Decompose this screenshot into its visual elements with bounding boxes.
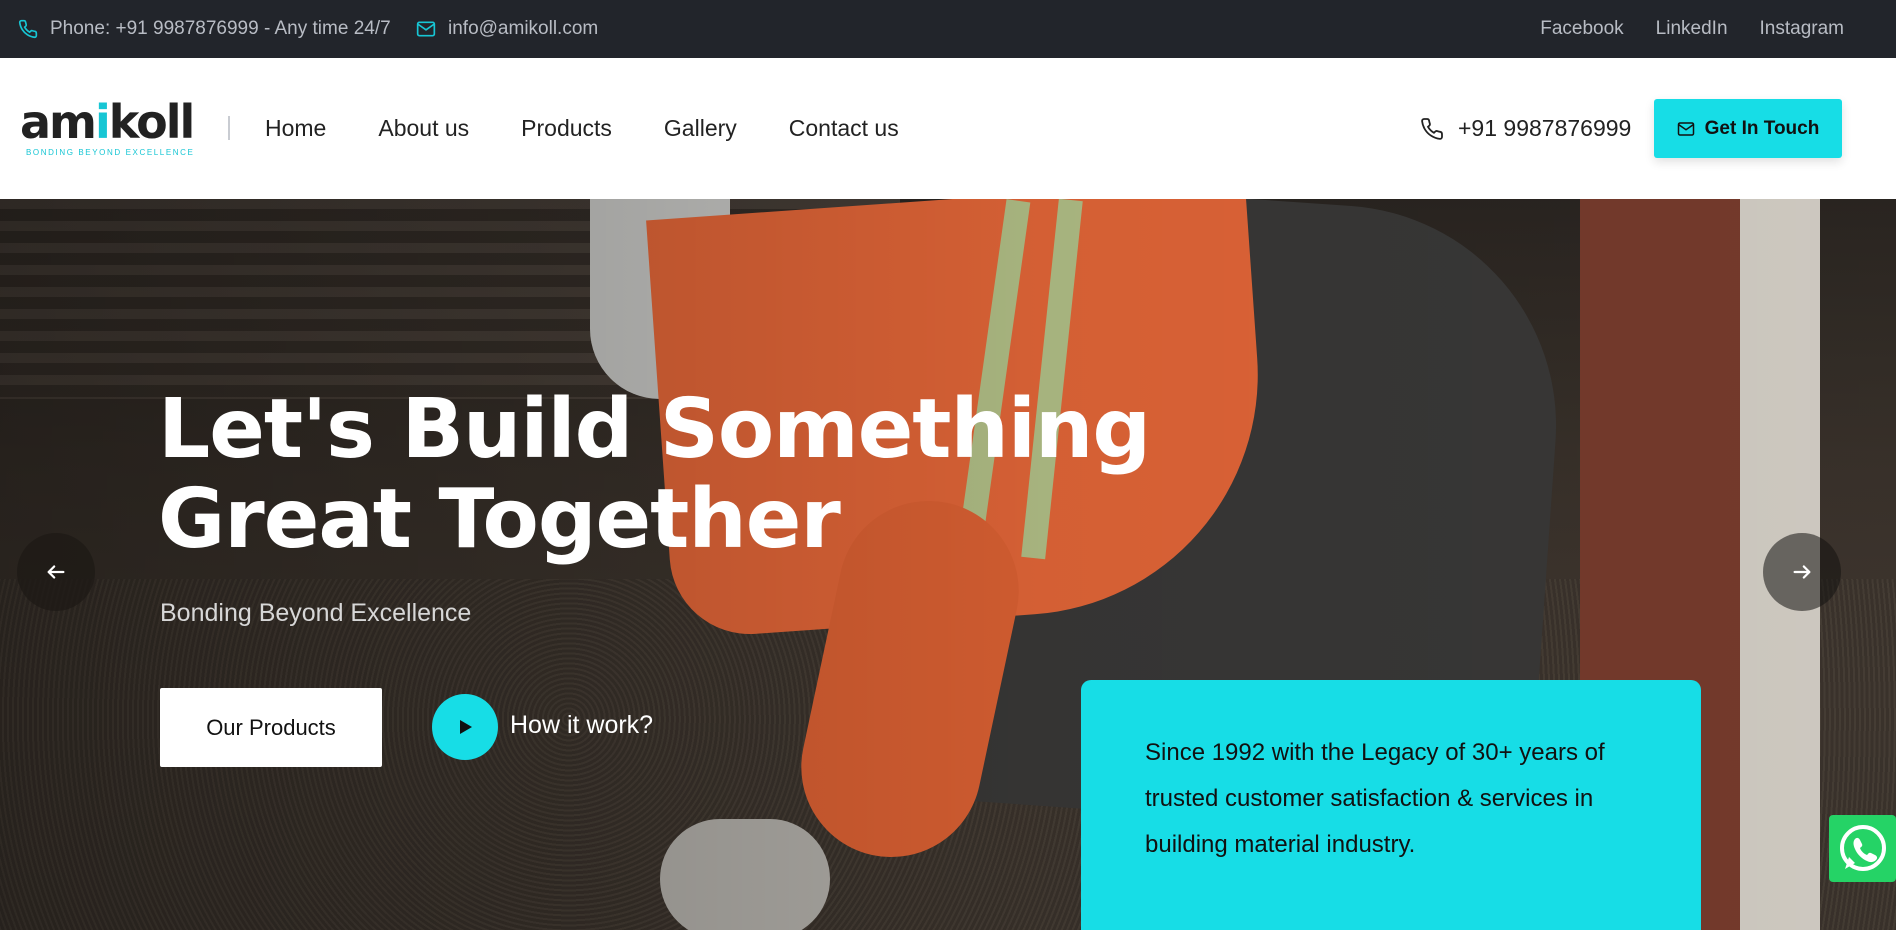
- hero-subtitle: Bonding Beyond Excellence: [160, 599, 472, 627]
- header-divider: [228, 116, 230, 140]
- site-header: amikoll BONDING BEYOND EXCELLENCE Home A…: [0, 58, 1896, 199]
- nav-home[interactable]: Home: [265, 115, 326, 142]
- topbar-email-text: info@amikoll.com: [448, 18, 599, 39]
- nav-gallery[interactable]: Gallery: [664, 115, 737, 142]
- whatsapp-button[interactable]: [1829, 815, 1896, 882]
- hero-title-line1: Let's Build Something: [158, 382, 1151, 477]
- slider-next-button[interactable]: [1763, 533, 1841, 611]
- social-links: Facebook LinkedIn Instagram: [1540, 0, 1844, 58]
- get-in-touch-button[interactable]: Get In Touch: [1654, 99, 1842, 158]
- nav-about[interactable]: About us: [378, 115, 469, 142]
- linkedin-link[interactable]: LinkedIn: [1656, 18, 1728, 40]
- main-nav: Home About us Products Gallery Contact u…: [265, 58, 899, 199]
- phone-icon: [1421, 117, 1443, 140]
- topbar-phone-text: Phone: +91 9987876999 - Any time 24/7: [50, 18, 391, 39]
- header-phone-text: +91 9987876999: [1458, 115, 1632, 141]
- slider-prev-button[interactable]: [17, 533, 95, 611]
- phone-icon: [18, 19, 38, 39]
- topbar-phone[interactable]: Phone: +91 9987876999 - Any time 24/7: [18, 0, 391, 58]
- logo-wordmark: amikoll: [20, 95, 195, 149]
- our-products-button[interactable]: Our Products: [160, 688, 382, 767]
- play-video-button[interactable]: [432, 694, 498, 760]
- instagram-link[interactable]: Instagram: [1760, 18, 1844, 40]
- nav-contact[interactable]: Contact us: [789, 115, 899, 142]
- topbar-email[interactable]: info@amikoll.com: [416, 0, 598, 58]
- hero-title: Let's Build Something Great Together: [158, 382, 1151, 567]
- how-it-works-link[interactable]: How it work?: [510, 711, 653, 740]
- play-icon: [460, 720, 472, 734]
- legacy-card: Since 1992 with the Legacy of 30+ years …: [1081, 680, 1701, 930]
- arrow-left-icon: [47, 565, 65, 579]
- nav-products[interactable]: Products: [521, 115, 612, 142]
- header-phone[interactable]: +91 9987876999: [1420, 58, 1631, 199]
- logo[interactable]: amikoll BONDING BEYOND EXCELLENCE: [20, 98, 200, 160]
- mail-icon: [416, 21, 436, 37]
- logo-tagline: BONDING BEYOND EXCELLENCE: [26, 148, 195, 157]
- hero-section: Let's Build Something Great Together Bon…: [0, 199, 1896, 930]
- whatsapp-icon: [1839, 824, 1886, 871]
- get-in-touch-label: Get In Touch: [1704, 117, 1820, 139]
- facebook-link[interactable]: Facebook: [1540, 18, 1623, 40]
- legacy-text: Since 1992 with the Legacy of 30+ years …: [1145, 739, 1605, 858]
- top-bar: Phone: +91 9987876999 - Any time 24/7 in…: [0, 0, 1896, 58]
- arrow-right-icon: [1793, 565, 1811, 579]
- hero-title-line2: Great Together: [158, 472, 841, 567]
- mail-icon: [1677, 121, 1694, 136]
